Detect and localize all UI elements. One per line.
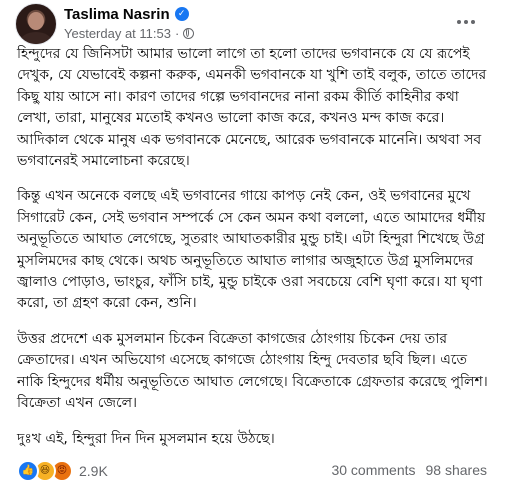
post-paragraph: দুঃখ এই, হিন্দুরা দিন দিন মুসলমান হয়ে উ… (17, 430, 275, 447)
engagement-stats: 30 comments 98 shares (331, 462, 487, 482)
comments-count-link[interactable]: 30 comments (331, 462, 415, 482)
reaction-count[interactable]: 2.9K (79, 463, 108, 479)
dot-icon (471, 20, 475, 24)
post-meta: Yesterday at 11:53 · (64, 25, 195, 41)
post-paragraph: উত্তর প্রদেশে এক মুসলমান চিকেন বিক্রেতা … (17, 330, 488, 412)
avatar-face (28, 12, 44, 30)
author-name[interactable]: Taslima Nasrin (64, 6, 170, 23)
dot-icon (457, 20, 461, 24)
dot-icon (464, 20, 468, 24)
reaction-icons: 👍 😆 😡 (17, 460, 73, 482)
like-icon: 👍 (17, 460, 39, 482)
globe-icon[interactable] (183, 27, 195, 39)
post-paragraph: হিন্দুদের যে জিনিসটা আমার ভালো লাগে তা হ… (17, 46, 487, 170)
meta-separator: · (174, 25, 180, 41)
post-paragraph: কিন্তু এখন অনেকে বলছে এই ভগবানের গায়ে ক… (17, 188, 486, 312)
post-card: Taslima Nasrin ✓ Yesterday at 11:53 · হি… (0, 0, 505, 489)
post-timestamp[interactable]: Yesterday at 11:53 (64, 26, 171, 41)
reactions-summary[interactable]: 👍 😆 😡 2.9K (17, 460, 108, 482)
verified-badge-icon: ✓ (174, 7, 189, 21)
author-row: Taslima Nasrin ✓ (64, 4, 189, 24)
shares-count-link[interactable]: 98 shares (426, 462, 487, 482)
avatar[interactable] (15, 3, 57, 45)
more-options-button[interactable] (452, 8, 480, 36)
post-text: হিন্দুদের যে জিনিসটা আমার ভালো লাগে তা হ… (17, 44, 495, 464)
